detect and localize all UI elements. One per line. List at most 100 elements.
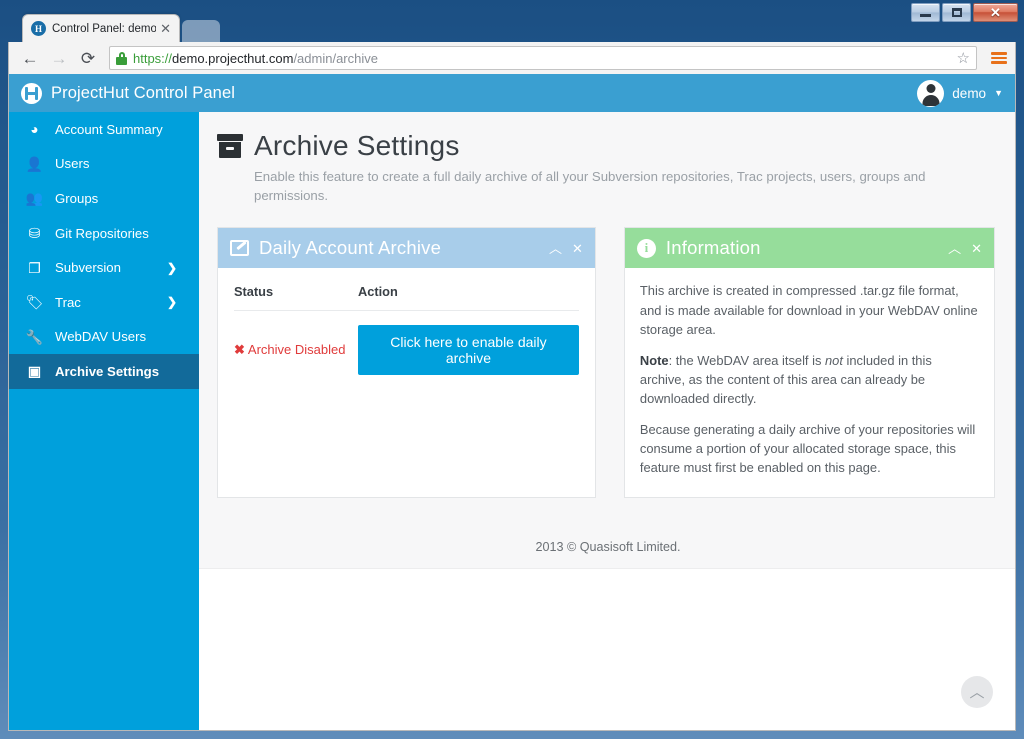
page-title-row: Archive Settings — [217, 130, 997, 162]
sidebar-item-label: Subversion — [55, 260, 121, 276]
sidebar-item-account-summary[interactable]: ◕ Account Summary — [9, 112, 199, 147]
avatar — [917, 79, 945, 107]
chevron-right-icon: ❯ — [166, 260, 177, 275]
reload-button[interactable]: ⟳ — [75, 45, 101, 71]
wrench-icon: 🔧 — [25, 328, 44, 345]
chrome-menu-icon[interactable] — [991, 52, 1007, 64]
edit-icon — [230, 240, 249, 257]
content-divider — [199, 568, 1015, 569]
page-content: Archive Settings Enable this feature to … — [199, 112, 1015, 569]
panel-header: i Information ︿ ✕ — [624, 228, 994, 269]
user-menu[interactable]: demo ▼ — [917, 79, 1003, 107]
tab-title: Control Panel: demo - Arc — [52, 22, 157, 35]
sidebar-item-archive-settings[interactable]: ▣ Archive Settings — [9, 354, 215, 389]
archive-status-table: Status Action ✖ Archive Disabled Click h… — [234, 282, 579, 376]
favicon-icon: H — [31, 21, 46, 36]
sidebar-item-label: Git Repositories — [55, 225, 149, 241]
chevron-down-icon: ▼ — [994, 88, 1003, 98]
user-icon: 👤 — [25, 155, 44, 172]
bookmark-star-icon[interactable]: ☆ — [951, 49, 970, 67]
page-viewport: H ProjectHut Control Panel demo ▼ ◕ Accou… — [8, 74, 1016, 731]
url-scheme: https:// — [133, 50, 173, 66]
panel-actions: ︿ ✕ — [948, 242, 982, 255]
url-host: demo.projecthut.com — [172, 50, 294, 66]
panel-body: This archive is created in compressed .t… — [625, 268, 994, 497]
sidebar-item-trac[interactable]: 🏷 Trac ❯ — [9, 285, 199, 320]
lock-icon — [116, 51, 127, 65]
archive-box-icon — [217, 134, 243, 158]
tags-icon: 🏷 — [25, 294, 44, 311]
browser-tab[interactable]: H Control Panel: demo - Arc ✕ — [22, 14, 180, 42]
app-header: H ProjectHut Control Panel demo ▼ — [9, 74, 1015, 112]
sidebar-item-webdav-users[interactable]: 🔧 WebDAV Users — [9, 320, 199, 355]
username-label: demo — [952, 85, 987, 101]
column-header-status: Status — [234, 282, 358, 312]
new-tab-button[interactable] — [182, 20, 220, 42]
panel-body: Status Action ✖ Archive Disabled Click h… — [218, 268, 595, 401]
archive-icon: ▣ — [27, 363, 42, 380]
note-text-a: : the WebDAV area itself is — [668, 352, 825, 368]
close-panel-icon[interactable]: ✕ — [572, 242, 583, 255]
daily-account-archive-panel: Daily Account Archive ︿ ✕ Status Action — [217, 227, 596, 499]
page-title: Archive Settings — [254, 130, 460, 161]
sidebar-item-groups[interactable]: 👥 Groups — [9, 181, 199, 216]
info-paragraph-2: Note: the WebDAV area itself is not incl… — [640, 351, 978, 408]
browser-toolbar: ← → ⟳ https://demo.projecthut.com/admin/… — [8, 42, 1016, 74]
column-header-action: Action — [358, 282, 579, 312]
brand[interactable]: H ProjectHut Control Panel — [21, 82, 235, 104]
address-bar-url: https://demo.projecthut.com/admin/archiv… — [133, 51, 378, 66]
x-mark-icon: ✖ — [234, 342, 245, 358]
table-row: ✖ Archive Disabled Click here to enable d… — [234, 311, 579, 376]
page-footer: 2013 © Quasisoft Limited. — [199, 524, 1015, 569]
dashboard-icon: ◕ — [30, 121, 39, 138]
panel-title: Information — [665, 237, 761, 259]
status-cell-wrap: ✖ Archive Disabled — [234, 311, 358, 376]
copy-icon: ❐ — [28, 259, 41, 276]
panel-actions: ︿ ✕ — [549, 242, 583, 255]
sidebar-item-label: Trac — [55, 294, 81, 310]
info-paragraph-3: Because generating a daily archive of yo… — [639, 422, 976, 476]
status-text: Archive Disabled — [247, 342, 346, 358]
panel-title: Daily Account Archive — [259, 237, 442, 259]
collapse-icon[interactable]: ︿ — [549, 242, 562, 255]
projecthut-logo-icon: H — [21, 82, 42, 104]
panel-header: Daily Account Archive ︿ ✕ — [218, 228, 595, 269]
info-icon: i — [636, 238, 656, 258]
browser-window: ✕ H Control Panel: demo - Arc ✕ ← → ⟳ ht… — [0, 0, 1024, 739]
sidebar-item-label: WebDAV Users — [55, 329, 147, 345]
information-panel: i Information ︿ ✕ This archive is create… — [623, 227, 995, 499]
panels-row: Daily Account Archive ︿ ✕ Status Action — [199, 205, 1015, 499]
brand-title: ProjectHut Control Panel — [51, 83, 235, 102]
note-emphasis: not — [825, 352, 843, 368]
sidebar-item-git-repositories[interactable]: ⛁ Git Repositories — [9, 216, 199, 251]
info-paragraph-1: This archive is created in compressed .t… — [639, 283, 978, 337]
tab-close-icon[interactable]: ✕ — [156, 22, 175, 35]
copyright-text: 2013 © Quasisoft Limited. — [535, 539, 681, 554]
browser-tabstrip: H Control Panel: demo - Arc ✕ — [0, 14, 1024, 42]
page-header: Archive Settings Enable this feature to … — [199, 112, 1015, 205]
table-header-row: Status Action — [234, 282, 579, 312]
note-label: Note — [639, 352, 669, 368]
status-badge: ✖ Archive Disabled — [234, 342, 345, 357]
action-cell-wrap: Click here to enable daily archive — [358, 311, 579, 376]
group-icon: 👥 — [25, 190, 44, 207]
enable-daily-archive-button[interactable]: Click here to enable daily archive — [358, 325, 579, 376]
forward-button[interactable]: → — [46, 45, 72, 71]
sidebar-item-subversion[interactable]: ❐ Subversion ❯ — [9, 250, 199, 285]
close-panel-icon[interactable]: ✕ — [971, 242, 982, 255]
sidebar: ◕ Account Summary 👤 Users 👥 Groups ⛁ Git Reposi… — [9, 112, 215, 730]
sidebar-item-label: Archive Settings — [55, 363, 160, 379]
sidebar-item-label: Account Summary — [55, 121, 163, 137]
sidebar-item-users[interactable]: 👤 Users — [9, 147, 199, 182]
sidebar-item-label: Groups — [55, 190, 99, 206]
sitemap-icon: ⛁ — [28, 225, 41, 242]
collapse-icon[interactable]: ︿ — [948, 242, 961, 255]
sidebar-item-label: Users — [55, 156, 90, 172]
chevron-up-icon: ︿ — [969, 683, 985, 701]
back-button[interactable]: ← — [17, 45, 43, 71]
chevron-right-icon: ❯ — [166, 295, 177, 310]
scroll-to-top-button[interactable]: ︿ — [961, 676, 993, 708]
address-bar[interactable]: https://demo.projecthut.com/admin/archiv… — [109, 46, 977, 70]
page-subtitle: Enable this feature to create a full dai… — [254, 169, 926, 203]
url-path: /admin/archive — [293, 50, 378, 66]
